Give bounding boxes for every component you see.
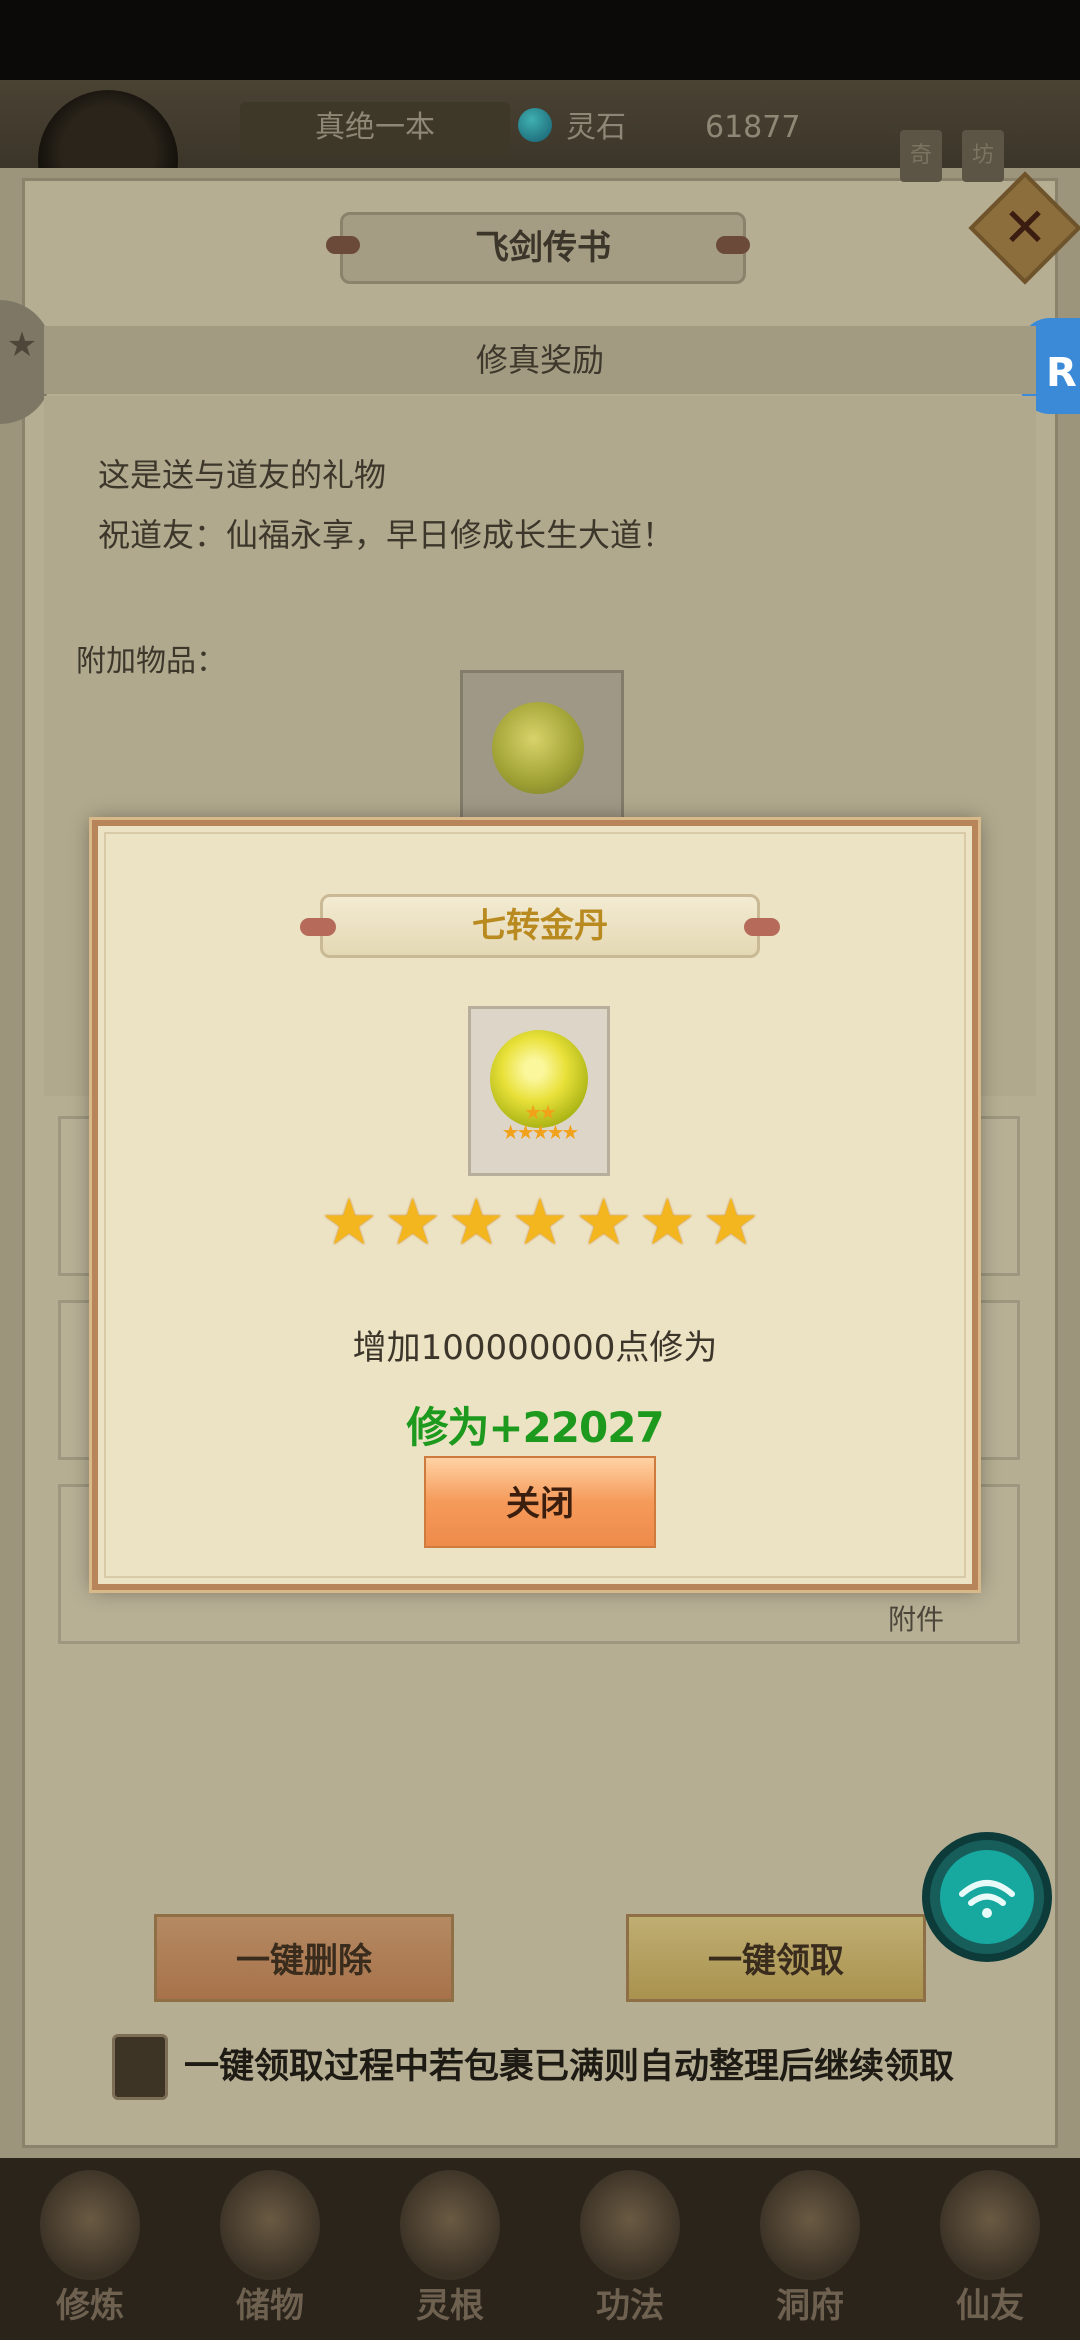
golden-pill-icon: [492, 702, 584, 794]
spirit-root-icon: [400, 2170, 500, 2280]
star-rating: ★ ★ ★ ★ ★ ★ ★: [320, 1186, 760, 1260]
friends-icon: [940, 2170, 1040, 2280]
nav-label: 功法: [596, 2286, 664, 2326]
auto-sort-label: 一键领取过程中若包裹已满则自动整理后继续领取: [184, 2047, 955, 2087]
currency-value: 61877: [705, 110, 801, 145]
wifi-icon: [940, 1850, 1034, 1944]
item-rank-stars: ★★★★★: [501, 1120, 580, 1144]
star-icon: ★: [511, 1186, 569, 1260]
technique-icon: [580, 2170, 680, 2280]
nav-item-cultivate[interactable]: 修炼: [15, 2162, 165, 2340]
close-icon: ✕: [1002, 196, 1048, 259]
star-icon: ★: [702, 1186, 760, 1260]
claim-all-button[interactable]: 一键领取: [626, 1914, 926, 2002]
window-title: 飞剑传书: [475, 228, 611, 268]
mail-body-line-1: 这是送与道友的礼物: [98, 456, 387, 494]
camera-icon: ★: [6, 325, 38, 365]
delete-all-button[interactable]: 一键删除: [154, 1914, 454, 2002]
mail-body-line-2: 祝道友：仙福永享，早日修成长生大道！: [98, 516, 675, 554]
nav-item-friends[interactable]: 仙友: [915, 2162, 1065, 2340]
cave-icon: [760, 2170, 860, 2280]
reward-gain: 修为+22027: [406, 1403, 664, 1452]
spirit-stone-icon: [518, 108, 552, 142]
star-icon: ★: [574, 1186, 633, 1260]
nav-item-cave[interactable]: 洞府: [735, 2162, 885, 2340]
reward-item-name: 七转金丹: [472, 906, 608, 946]
reward-description: 增加100000000点修为: [352, 1328, 718, 1368]
star-icon: ★: [447, 1186, 505, 1260]
reward-close-button[interactable]: 关闭: [424, 1456, 656, 1548]
star-icon: ★: [383, 1186, 442, 1260]
mail-subject: 修真奖励: [44, 326, 1036, 394]
star-icon: ★: [320, 1186, 378, 1260]
attachments-label: 附加物品：: [76, 644, 226, 679]
player-name: 真绝一本: [240, 102, 510, 154]
attachment-tag: 附件: [888, 1603, 945, 1636]
nav-item-spirit-root[interactable]: 灵根: [375, 2162, 525, 2340]
hud-button-fang[interactable]: 坊: [962, 130, 1004, 182]
nav-label: 洞府: [776, 2286, 844, 2326]
star-icon: ★: [638, 1186, 696, 1260]
nav-label: 灵根: [416, 2286, 484, 2326]
cultivate-icon: [40, 2170, 140, 2280]
nav-item-storage[interactable]: 储物: [195, 2162, 345, 2340]
nav-label: 仙友: [956, 2286, 1024, 2326]
hud-button-qi[interactable]: 奇: [900, 130, 942, 182]
nav-label: 储物: [236, 2286, 304, 2326]
auto-sort-checkbox[interactable]: [112, 2034, 168, 2100]
currency-label: 灵石: [566, 110, 626, 145]
bag-icon: [220, 2170, 320, 2280]
nav-item-technique[interactable]: 功法: [555, 2162, 705, 2340]
nav-label: 修炼: [56, 2286, 124, 2326]
assistant-pet-letter: R: [1046, 350, 1077, 396]
